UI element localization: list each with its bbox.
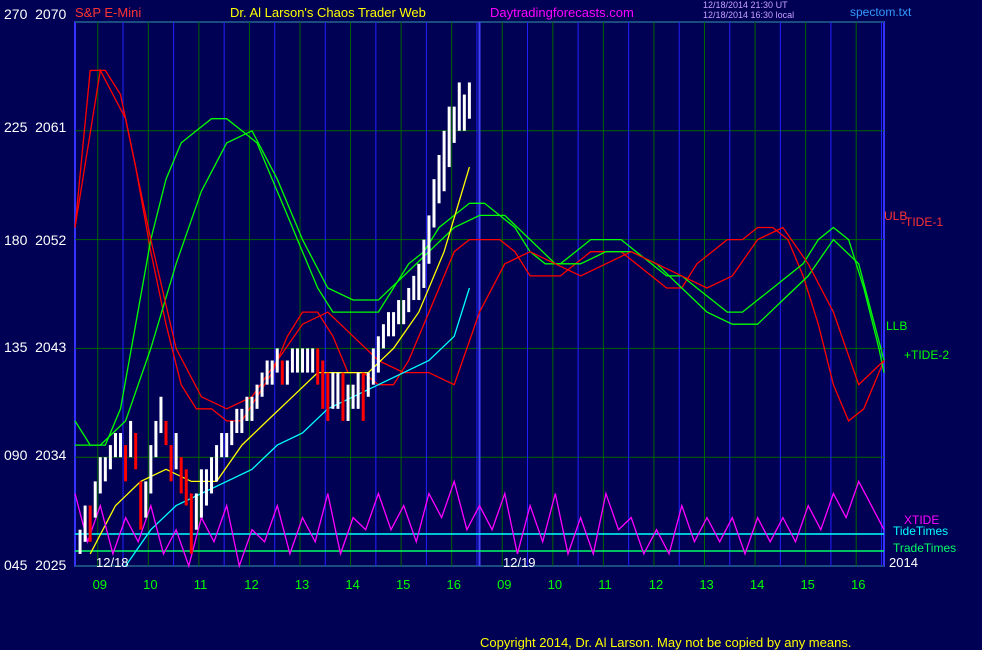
x-tick-label: 09 [92,577,108,592]
y-tick-2070: 270 2070 [4,6,67,22]
y-tick-2052: 180 2052 [4,232,67,248]
y-tick-2034: 090 2034 [4,447,67,463]
x-tick-label: 16 [446,577,461,592]
copyright: Copyright 2014, Dr. Al Larson. May not b… [480,635,852,650]
grid [75,21,884,567]
site-url[interactable]: Daytradingforecasts.com [490,6,634,19]
x-tick-label: 09 [497,577,512,592]
label-tide-times: TideTimes [893,524,949,538]
x-tick-label: 12 [244,577,259,592]
x-tick-label: 13 [699,577,714,592]
label-trade-times: TradeTimes [893,541,957,555]
x-tick-label: 15 [800,577,815,592]
timestamp-local: 12/18/2014 16:30 local [703,10,795,20]
date-label-1219: 12/19 [503,555,536,570]
y-tick-2043: 135 2043 [4,339,67,355]
x-tick-label: 11 [598,577,612,592]
x-tick-label: 14 [345,577,360,592]
x-tick-label: 16 [851,577,866,592]
x-tick-label: 12 [648,577,664,592]
x-tick-label: 15 [395,577,411,592]
file-name: spectom.txt [850,5,912,19]
price-chart [74,21,885,569]
label-tide2: +TIDE-2 [904,348,950,362]
x-tick-label: 11 [193,577,208,592]
label-tide1: -TIDE-1 [901,215,943,229]
label-llb: LLB [886,319,908,333]
site-title: Dr. Al Larson's Chaos Trader Web [230,5,426,20]
y-tick-2025: 045 2025 [4,557,67,573]
x-tick-label: 13 [294,577,310,592]
x-tick-label: 14 [749,577,765,592]
year-label: 2014 [889,555,918,570]
date-label-1218: 12/18 [96,555,129,570]
x-tick-label: 10 [143,577,158,592]
x-tick-label: 10 [547,577,563,592]
instrument-title: S&P E-Mini [75,5,142,20]
timestamp-ut: 12/18/2014 21:30 UT [703,0,788,10]
series-line-cyan-ma [125,287,471,567]
y-tick-2061: 225 2061 [4,119,67,135]
